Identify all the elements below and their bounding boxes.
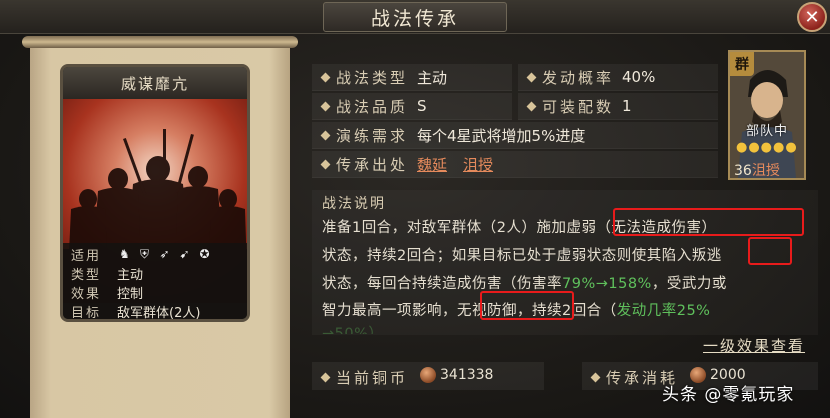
info-row-effect: 效果 控制 <box>71 283 239 302</box>
star-rating: ●●●●● <box>736 140 798 155</box>
desc-text: 状态，持续2回合；如果目标已处于虚弱状态则使其陷入 <box>322 248 692 264</box>
skill-card-info: 适用 ♞ ⛨ ➶ ➹ ✪ 类型 主动 效果 控制 目标 敌军群体(2人) <box>63 243 247 321</box>
bow-icon: ➶ <box>159 247 170 261</box>
info-row-target: 目标 敌军群体(2人) <box>71 302 239 321</box>
stat-row-drill: 演练需求 每个4星武将增加5%进度 <box>312 122 718 149</box>
level-effect-link[interactable]: 一级效果查看 <box>703 335 805 356</box>
description-line-3: 状态，每回合持续造成伤害（伤害率79%→158%，受武力或 <box>322 272 727 293</box>
info-value: 主动 <box>117 268 144 283</box>
general-level-name: 36沮授 <box>734 160 780 179</box>
info-row-suitable: 适用 ♞ ⛨ ➶ ➹ ✪ <box>71 245 239 264</box>
description-title: 战法说明 <box>322 196 386 212</box>
info-key: 类型 <box>71 268 102 283</box>
stat-label-source: 传承出处 <box>320 154 408 175</box>
description-line-5: →50%） <box>322 326 384 334</box>
troop-status: 部队中 <box>746 124 789 139</box>
watermark: 头条 @零氪玩家 <box>662 385 795 405</box>
desc-text: 准备1回合，对敌军群体（2人）施加 <box>322 220 567 236</box>
stat-value-type: 主动 <box>417 68 448 87</box>
copper-label: 当前铜币 <box>320 367 408 388</box>
troop-type-icons: ♞ ⛨ ➶ ➹ ✪ <box>117 247 212 262</box>
desc-text-damage-rate: 79%→158% <box>562 276 652 292</box>
stat-row-source: 传承出处 魏延 沮授 <box>312 151 718 178</box>
chariot-icon: ✪ <box>199 247 210 261</box>
description-line-2: 状态，持续2回合；如果目标已处于虚弱状态则使其陷入叛逃 <box>322 244 722 265</box>
info-key: 适用 <box>71 249 102 264</box>
stat-row-probability: 发动概率 40% <box>518 64 718 91</box>
general-portrait[interactable]: 群 部队中 ●●●●● 36沮授 <box>728 50 806 180</box>
stat-row-type: 战法类型 主动 <box>312 64 512 91</box>
copper-value-group: 341338 <box>420 367 493 383</box>
spear-icon: ➹ <box>179 247 190 261</box>
stat-label-slots: 可装配数 <box>526 96 614 117</box>
stat-value-slots: 1 <box>622 97 632 115</box>
stat-value-drill: 每个4星武将增加5%进度 <box>417 126 586 145</box>
highlight-box-weak <box>613 208 804 236</box>
info-value: 敌军群体(2人) <box>117 306 201 321</box>
source-links: 魏延 沮授 <box>417 154 509 175</box>
stat-label-drill: 演练需求 <box>320 125 408 146</box>
cavalry-icon: ♞ <box>119 247 130 261</box>
stat-value-probability: 40% <box>622 68 656 86</box>
stat-row-quality: 战法品质 S <box>312 93 512 120</box>
source-link-jushou[interactable]: 沮授 <box>463 156 493 174</box>
general-name: 沮授 <box>751 163 780 179</box>
desc-text-trigger-rate: 发动几率25% <box>616 303 711 319</box>
desc-text: 智力最高一项影响， <box>322 303 457 319</box>
info-row-type: 类型 主动 <box>71 264 239 283</box>
copper-coin-icon <box>420 367 436 383</box>
source-link-weiyan[interactable]: 魏延 <box>417 156 447 174</box>
desc-text: 状态，每回合持续造成伤害（伤害率 <box>322 276 562 292</box>
highlight-box-ignore-defense <box>480 291 574 320</box>
faction-badge: 群 <box>730 52 754 76</box>
stat-label-type: 战法类型 <box>320 67 408 88</box>
skill-card-title: 威谋靡亢 <box>63 67 247 99</box>
close-button[interactable]: ✕ <box>797 2 827 32</box>
info-key: 效果 <box>71 287 102 302</box>
stat-row-slots: 可装配数 1 <box>518 93 718 120</box>
stat-label-probability: 发动概率 <box>526 67 614 88</box>
stat-label-quality: 战法品质 <box>320 96 408 117</box>
window-title: 战法传承 <box>323 2 507 32</box>
desc-text-defect: 叛逃 <box>691 248 722 264</box>
general-level: 36 <box>734 163 752 179</box>
copper-value: 341338 <box>440 367 494 383</box>
info-value: 控制 <box>117 287 144 302</box>
highlight-box-defect <box>748 237 792 265</box>
scroll-rod <box>22 36 298 48</box>
desc-text: ，受武力或 <box>651 276 727 292</box>
shield-icon: ⛨ <box>139 247 149 261</box>
stat-value-quality: S <box>417 97 427 115</box>
skill-card: 威谋靡亢 适用 ♞ ⛨ ➶ ➹ ✪ 类型 主动 效果 控制 目标 敌军群体(2人… <box>60 64 250 322</box>
info-key: 目标 <box>71 306 102 321</box>
